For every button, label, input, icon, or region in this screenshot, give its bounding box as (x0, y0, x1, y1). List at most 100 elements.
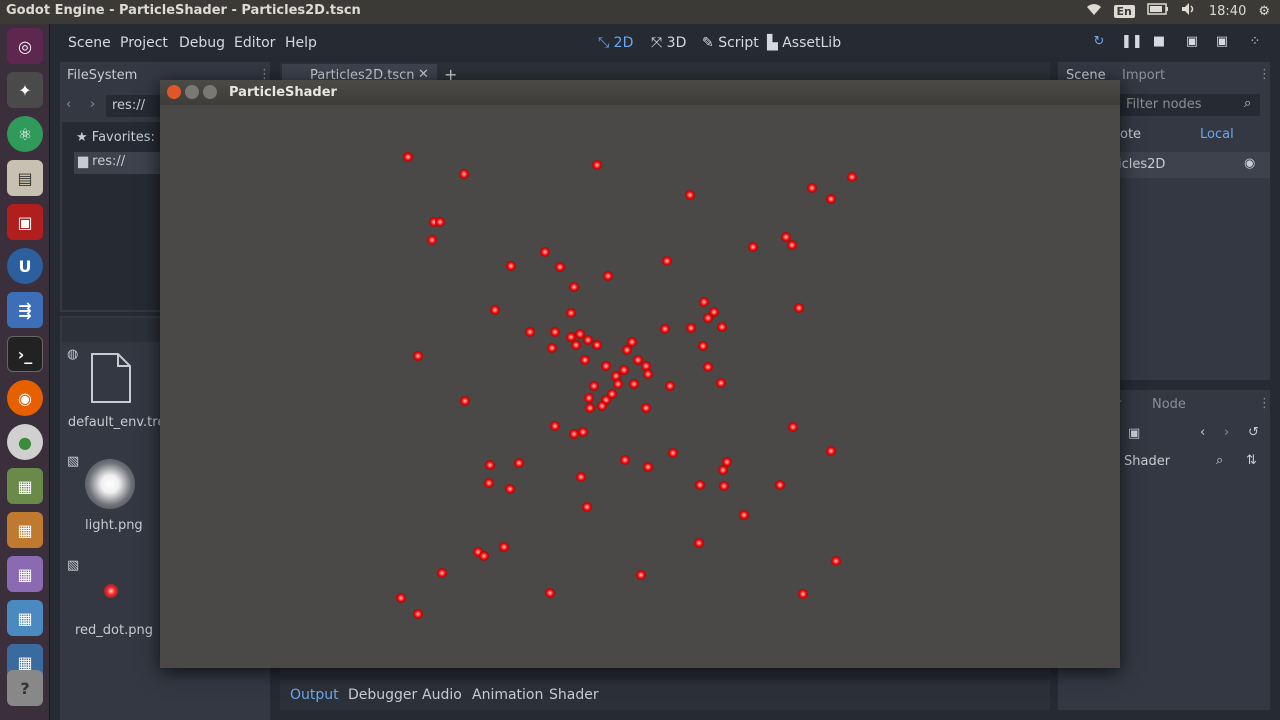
system-tray: En 18:40 ⚙ (1086, 2, 1270, 20)
window-close-button[interactable] (167, 85, 181, 99)
app-red-icon[interactable]: ▣ (7, 204, 43, 240)
tab-output[interactable]: Output (290, 687, 339, 703)
forward-icon[interactable]: › (90, 97, 95, 112)
particle (620, 455, 630, 465)
particle (479, 551, 489, 561)
play-scene-icon[interactable]: ▣ (1184, 34, 1200, 50)
workspace-assetlib-button[interactable]: ▙ AssetLib (767, 35, 841, 51)
dock-menu-icon[interactable]: ⋮ (1258, 67, 1271, 82)
blender-icon[interactable]: ✦ (7, 72, 43, 108)
tab-debugger[interactable]: Debugger (348, 687, 417, 703)
history-forward-icon[interactable]: › (1224, 425, 1229, 440)
particle (459, 169, 469, 179)
filter-nodes-input[interactable]: Filter nodes ⌕ (1120, 94, 1260, 116)
file-light-png[interactable]: light.png (85, 518, 143, 533)
tab-animation[interactable]: Animation (472, 687, 543, 703)
app-icon-1[interactable]: ▦ (7, 468, 43, 504)
dock-menu-icon[interactable]: ⋮ (1258, 396, 1271, 411)
help-icon[interactable]: ? (7, 670, 43, 706)
particle (550, 327, 560, 337)
window-minimize-button[interactable] (185, 85, 199, 99)
particle (437, 568, 447, 578)
game-window-titlebar[interactable]: ParticleShader (160, 80, 1120, 105)
menu-debug[interactable]: Debug (179, 35, 225, 51)
play-custom-scene-icon[interactable]: ▣ (1214, 34, 1230, 50)
object-history-icon[interactable]: ↺ (1248, 425, 1259, 440)
reload-icon[interactable]: ↻ (1091, 34, 1107, 50)
particle (694, 538, 704, 548)
save-icon[interactable]: ▣ (1128, 426, 1140, 441)
particle (716, 378, 726, 388)
firefox-icon[interactable]: ◉ (7, 380, 43, 416)
particle (788, 422, 798, 432)
file-default-env[interactable]: default_env.tres (65, 413, 175, 432)
godot-launcher-icon[interactable]: ⇶ (7, 292, 43, 328)
menu-project[interactable]: Project (120, 35, 168, 51)
history-back-icon[interactable]: ‹ (1200, 425, 1205, 440)
particle (580, 355, 590, 365)
particle (719, 481, 729, 491)
unreal-icon[interactable]: U (7, 248, 43, 284)
workspace-3d-button[interactable]: ⤧ 3D (651, 35, 686, 51)
star-icon: ★ (76, 130, 88, 145)
tab-audio[interactable]: Audio (422, 687, 462, 703)
particle (435, 217, 445, 227)
app-icon-4[interactable]: ▦ (7, 600, 43, 636)
clock[interactable]: 18:40 (1209, 4, 1246, 19)
particle (499, 542, 509, 552)
desktop: Godot Engine - ParticleShader - Particle… (0, 0, 1280, 720)
particle (427, 235, 437, 245)
particle (798, 589, 808, 599)
workspace-script-button[interactable]: ✎ Script (702, 35, 759, 51)
menu-scene[interactable]: Scene (68, 35, 111, 51)
files-icon[interactable]: ▤ (7, 160, 43, 196)
tab-shader[interactable]: Shader (549, 687, 599, 703)
tab-node[interactable]: Node (1152, 397, 1186, 412)
battery-icon[interactable] (1147, 3, 1169, 19)
stop-icon[interactable]: ■ (1151, 34, 1167, 50)
back-icon[interactable]: ‹ (66, 97, 71, 112)
terminal-icon[interactable]: ›_ (7, 336, 43, 372)
file-red-dot-png[interactable]: red_dot.png (75, 623, 153, 638)
remote-tab[interactable]: ote (1120, 127, 1141, 142)
particle (403, 152, 413, 162)
ubuntu-dash-icon[interactable]: ◎ (7, 28, 43, 64)
property-settings-icon[interactable]: ⇅ (1246, 453, 1257, 468)
particle (506, 261, 516, 271)
particle (629, 379, 639, 389)
script-icon: ✎ (702, 35, 714, 51)
particle (695, 480, 705, 490)
app-icon-2[interactable]: ▦ (7, 512, 43, 548)
particle (794, 303, 804, 313)
menu-editor[interactable]: Editor (234, 35, 275, 51)
game-viewport[interactable] (160, 105, 1120, 668)
filesystem-tab[interactable]: FileSystem (67, 68, 137, 83)
keyboard-layout-indicator[interactable]: En (1113, 4, 1135, 18)
particle (585, 403, 595, 413)
file-icon (90, 352, 132, 404)
menu-help[interactable]: Help (285, 35, 317, 51)
particle (484, 478, 494, 488)
particle (592, 160, 602, 170)
image-type-icon: ▧ (67, 454, 80, 469)
search-icon[interactable]: ⌕ (1216, 453, 1223, 468)
visibility-eye-icon[interactable]: ◉ (1244, 156, 1255, 171)
volume-icon[interactable] (1181, 2, 1197, 20)
particle (540, 247, 550, 257)
tab-import[interactable]: Import (1122, 68, 1165, 83)
wifi-icon[interactable] (1086, 3, 1102, 20)
particle (748, 242, 758, 252)
settings-gear-icon[interactable]: ⚙ (1258, 4, 1270, 19)
workspace-2d-button[interactable]: ⤡ 2D (598, 35, 633, 51)
particle (603, 271, 613, 281)
local-tab[interactable]: Local (1200, 127, 1234, 142)
favorites-item[interactable]: ★ Favorites: (76, 130, 155, 145)
atom-icon[interactable]: ⚛ (7, 116, 43, 152)
pause-icon[interactable]: ❚❚ (1121, 34, 1143, 50)
window-maximize-button[interactable] (203, 85, 217, 99)
app-icon-3[interactable]: ▦ (7, 556, 43, 592)
2d-icon: ⤡ (598, 35, 610, 51)
particle (490, 305, 500, 315)
particle (643, 369, 653, 379)
chrome-icon[interactable]: ● (7, 424, 43, 460)
